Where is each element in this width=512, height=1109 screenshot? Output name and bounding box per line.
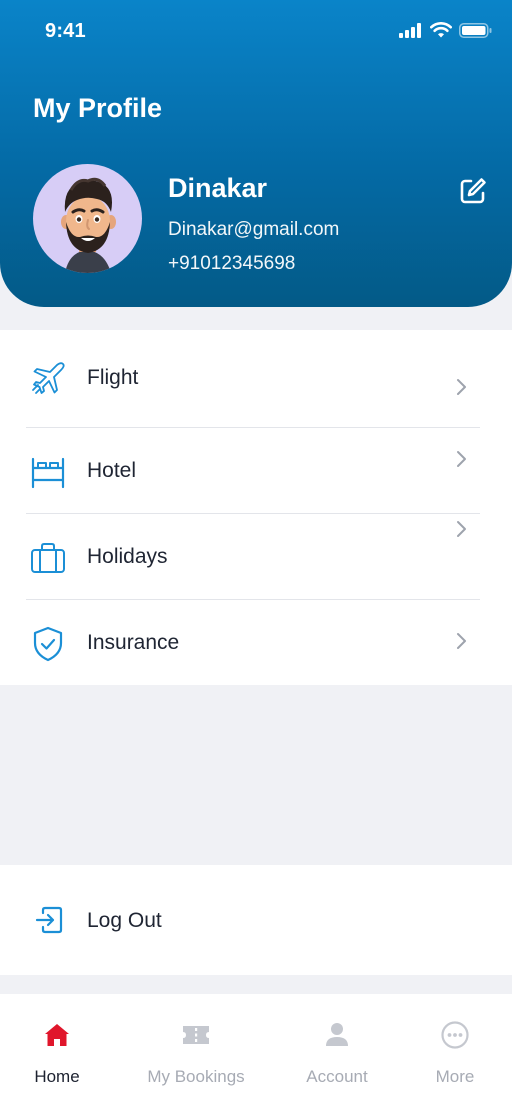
tab-account[interactable]: Account [273,994,401,1109]
tab-more[interactable]: More [391,994,512,1109]
logout-label: Log Out [87,909,162,932]
menu-item-label: Holidays [87,545,168,568]
wifi-icon [430,22,452,38]
signal-icon [399,22,421,38]
tab-my-bookings[interactable]: My Bookings [132,994,260,1109]
chevron-right-icon [457,633,466,649]
chevron-right-icon [457,521,466,537]
menu-item-hotel[interactable]: Hotel [26,428,480,514]
profile-email: Dinakar@gmail.com [168,219,340,240]
battery-icon [459,22,492,38]
menu-item-label: Insurance [87,631,180,654]
bed-icon [31,457,65,489]
chevron-right-icon [457,451,466,467]
more-icon [441,1021,469,1049]
tab-label: Home [34,1067,80,1086]
page-title: My Profile [33,93,163,123]
menu-item-label: Hotel [87,459,137,482]
tab-label: More [435,1067,475,1086]
menu-item-insurance[interactable]: Insurance [26,600,480,685]
edit-profile-button[interactable] [456,174,490,208]
menu-item-label: Flight [87,366,139,389]
tab-home[interactable]: Home [0,994,121,1109]
tab-label: My Bookings [147,1067,245,1086]
suitcase-icon [31,543,65,573]
avatar-memoji-icon [61,177,116,273]
tab-label: Account [306,1067,368,1086]
user-icon [326,1023,348,1046]
menu-item-holidays[interactable]: Holidays [26,514,480,600]
chevron-right-icon [457,379,466,395]
profile-name: Dinakar [168,173,268,203]
menu-item-flight[interactable]: Flight [26,348,480,428]
bottom-tab-bar: Home My Bookings Account More [0,994,512,1109]
home-icon [45,1024,69,1046]
avatar [33,164,142,273]
status-icons [399,22,492,38]
services-menu: Flight Hotel Holidays Insurance [0,330,512,685]
edit-icon [460,178,486,204]
ticket-icon [183,1026,209,1044]
status-time: 9:41 [45,20,86,42]
logout-icon [35,906,63,934]
status-bar: 9:41 [0,0,512,62]
shield-check-icon [33,626,63,662]
profile-phone: +91012345698 [168,253,296,274]
profile-header: 9:41 My Profile Dinakar Dinakar@gmail.co… [0,0,512,307]
logout-button[interactable]: Log Out [0,865,512,975]
airplane-icon [32,362,65,394]
